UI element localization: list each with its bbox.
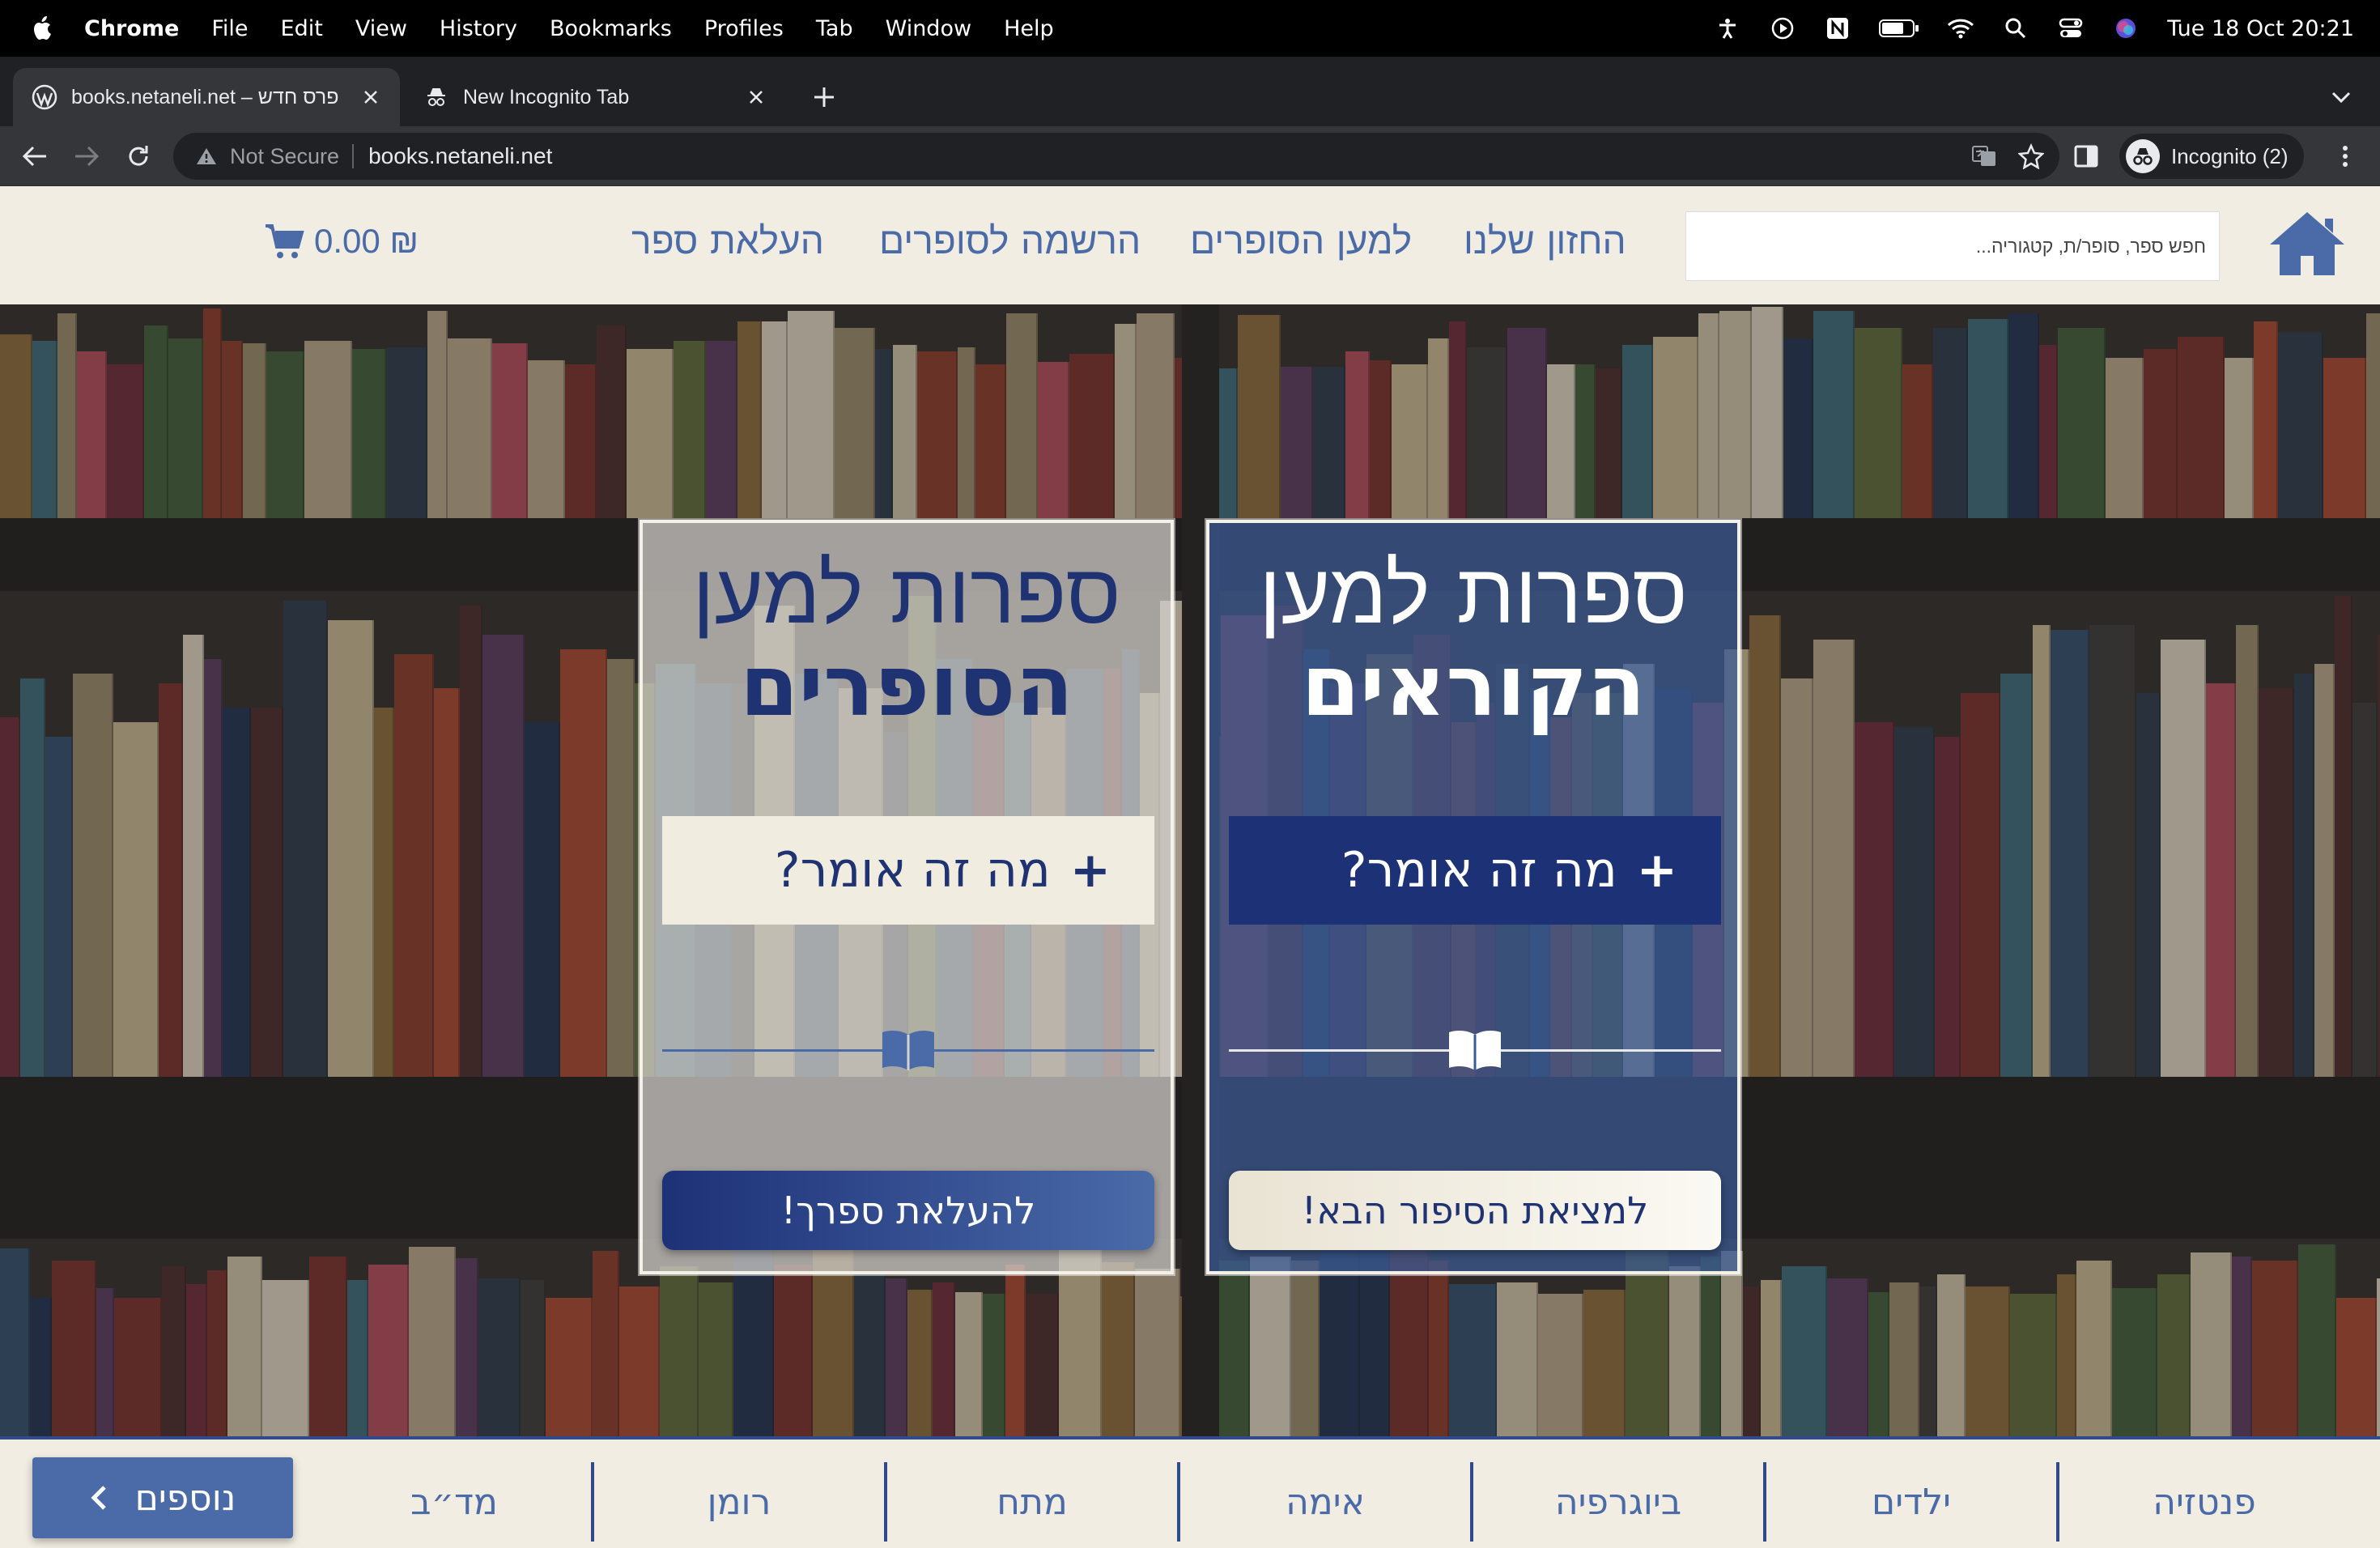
writers-title-bold: הסופרים <box>740 636 1073 736</box>
accessibility-icon[interactable] <box>1714 15 1741 42</box>
tab-title: books.netaneli.net – פרס חדש <box>71 85 339 108</box>
shopping-cart-icon <box>266 224 304 258</box>
play-circle-icon[interactable] <box>1769 15 1796 42</box>
writers-panel: ספרות למען הסופרים + מה זה אומר? להעלאת … <box>638 518 1175 1276</box>
bookmark-star-icon[interactable] <box>2017 142 2045 170</box>
tab-close-icon[interactable] <box>743 84 769 110</box>
category-bar: פנטזיה ילדים ביוגרפיה אימה מתח רומן מד״ב… <box>0 1436 2380 1548</box>
menu-bookmarks[interactable]: Bookmarks <box>550 16 672 41</box>
browser-tab-strip: books.netaneli.net – פרס חדש New Incogni… <box>0 57 2380 126</box>
menu-bar-clock[interactable]: Tue 18 Oct 20:21 <box>2167 16 2354 41</box>
apple-icon[interactable] <box>31 15 55 42</box>
browser-toolbar: Not Secure books.netaneli.net Incognito … <box>0 126 2380 186</box>
upload-book-button[interactable]: להעלאת ספרך! <box>662 1171 1154 1250</box>
find-next-story-button[interactable]: למציאת הסיפור הבא! <box>1229 1171 1721 1250</box>
nav-upload-book[interactable]: העלאת ספר <box>631 219 824 262</box>
readers-expand-label: מה זה אומר? <box>1341 842 1617 899</box>
menu-edit[interactable]: Edit <box>281 16 323 41</box>
category-children[interactable]: ילדים <box>1763 1462 2056 1542</box>
new-tab-plus-icon[interactable] <box>806 79 842 115</box>
writers-expand-toggle[interactable]: + מה זה אומר? <box>662 816 1154 925</box>
not-secure-label[interactable]: Not Secure <box>230 144 339 169</box>
readers-panel: ספרות למען הקוראים + מה זה אומר? למציאת … <box>1205 518 1742 1276</box>
menu-window[interactable]: Window <box>886 16 971 41</box>
back-arrow-icon[interactable] <box>18 139 52 173</box>
category-horror[interactable]: אימה <box>1177 1462 1470 1542</box>
nav-writer-signup[interactable]: הרשמה לסופרים <box>879 219 1141 262</box>
tab-title: New Incognito Tab <box>463 85 630 108</box>
translate-icon[interactable] <box>1970 142 1998 170</box>
macos-menu-bar: Chrome File Edit View History Bookmarks … <box>0 0 2380 57</box>
spotlight-search-icon[interactable] <box>2002 15 2029 42</box>
siri-icon[interactable] <box>2112 15 2140 42</box>
notion-icon[interactable] <box>1824 15 1851 42</box>
menu-history[interactable]: History <box>440 16 517 41</box>
address-bar[interactable]: Not Secure books.netaneli.net <box>173 133 2059 180</box>
menu-bar-status-area: Tue 18 Oct 20:21 <box>1714 0 2354 57</box>
readers-title-bold: הקוראים <box>1301 636 1646 736</box>
chevron-left-icon <box>90 1483 113 1512</box>
wifi-icon[interactable] <box>1947 15 1974 42</box>
plus-icon: + <box>1069 842 1111 899</box>
forward-arrow-icon[interactable] <box>70 139 104 173</box>
readers-title-light: ספרות למען <box>1259 544 1688 643</box>
side-panel-icon[interactable] <box>2069 139 2103 173</box>
cart-link[interactable]: 0.00 ₪ <box>264 222 419 261</box>
profile-label: Incognito (2) <box>2171 143 2289 168</box>
profile-incognito-button[interactable]: Incognito (2) <box>2119 134 2304 179</box>
menu-profiles[interactable]: Profiles <box>704 16 784 41</box>
url-text[interactable]: books.netaneli.net <box>368 143 552 169</box>
incognito-avatar-icon <box>2126 139 2160 173</box>
chrome-menu-kebab-icon[interactable] <box>2328 139 2362 173</box>
browser-tab-active[interactable]: books.netaneli.net – פרס חדש <box>13 68 400 126</box>
wordpress-favicon-icon <box>31 83 58 111</box>
menu-file[interactable]: File <box>211 16 248 41</box>
plus-icon: + <box>1636 842 1677 899</box>
battery-icon[interactable] <box>1879 15 1919 42</box>
open-book-icon <box>1444 1027 1506 1074</box>
website-viewport: חפש ספר, סופר/ת, קטגוריה... החזון שלנו ל… <box>0 186 2380 1548</box>
category-scifi[interactable]: מד״ב <box>308 1462 601 1542</box>
site-search-input[interactable]: חפש ספר, סופר/ת, קטגוריה... <box>1685 211 2220 281</box>
incognito-favicon-icon <box>423 83 450 111</box>
category-biography[interactable]: ביוגרפיה <box>1470 1462 1763 1542</box>
control-center-icon[interactable] <box>2057 15 2085 42</box>
nav-our-vision[interactable]: החזון שלנו <box>1464 219 1626 262</box>
more-categories-label: נוספים <box>134 1477 236 1519</box>
cart-total: 0.00 ₪ <box>314 222 419 260</box>
warning-triangle-icon[interactable] <box>194 144 219 168</box>
address-separator <box>352 144 355 168</box>
menu-help[interactable]: Help <box>1004 16 1054 41</box>
readers-expand-toggle[interactable]: + מה זה אומר? <box>1229 816 1721 925</box>
nav-for-writers[interactable]: למען הסופרים <box>1190 219 1412 262</box>
writers-panel-heading: ספרות למען הסופרים <box>643 547 1171 733</box>
hero-overlay <box>0 304 2380 1436</box>
menu-view[interactable]: View <box>355 16 407 41</box>
open-book-icon <box>878 1027 939 1074</box>
menu-tab[interactable]: Tab <box>816 16 853 41</box>
tab-search-chevron-icon[interactable] <box>2323 79 2359 115</box>
search-placeholder: חפש ספר, סופר/ת, קטגוריה... <box>1975 235 2206 257</box>
category-thriller[interactable]: מתח <box>884 1462 1177 1542</box>
reload-icon[interactable] <box>121 139 155 173</box>
writers-title-light: ספרות למען <box>692 544 1121 643</box>
category-romance[interactable]: רומן <box>591 1462 884 1542</box>
home-icon[interactable] <box>2267 207 2348 279</box>
category-fantasy[interactable]: פנטזיה <box>2056 1462 2349 1542</box>
more-categories-button[interactable]: נוספים <box>32 1457 293 1538</box>
tab-close-icon[interactable] <box>358 84 384 110</box>
hero-bookshelf-background: ספרות למען הסופרים + מה זה אומר? להעלאת … <box>0 304 2380 1436</box>
readers-panel-heading: ספרות למען הקוראים <box>1209 547 1737 733</box>
writers-expand-label: מה זה אומר? <box>774 842 1051 899</box>
site-header: חפש ספר, סופר/ת, קטגוריה... החזון שלנו ל… <box>0 186 2380 304</box>
menu-app-name[interactable]: Chrome <box>84 16 179 41</box>
browser-tab-incognito[interactable]: New Incognito Tab <box>405 68 785 126</box>
